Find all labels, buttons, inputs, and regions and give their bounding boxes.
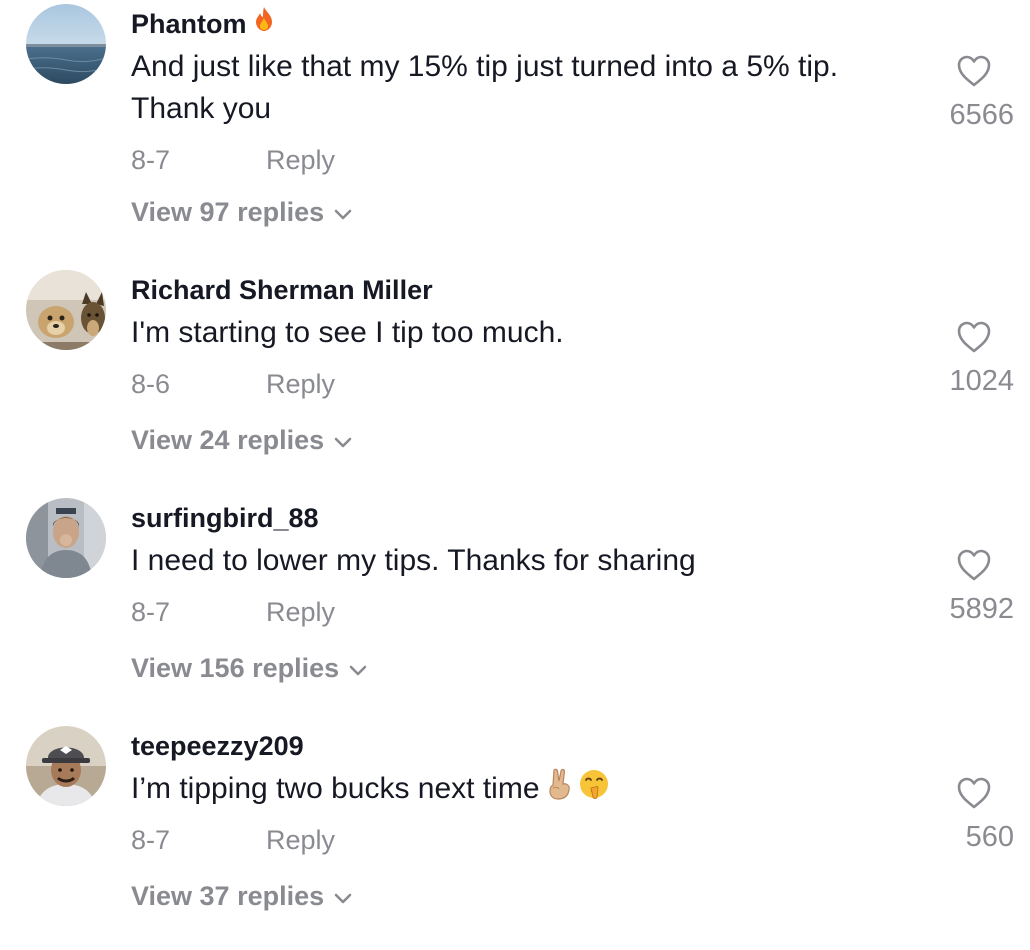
avatar[interactable] (26, 4, 106, 84)
chevron-down-icon (349, 650, 367, 686)
comment-date: 8-7 (131, 597, 171, 627)
comment-item: surfingbird_88 I need to lower my tips. … (0, 494, 1030, 722)
avatar[interactable] (26, 270, 106, 350)
like-count: 5892 (949, 593, 1014, 625)
comment-item: Richard Sherman Miller I'm starting to s… (0, 266, 1030, 494)
heart-icon[interactable] (904, 320, 992, 359)
username-text: teepeezzy209 (131, 731, 304, 761)
view-replies-button[interactable]: View 24 replies (131, 422, 352, 458)
comment-username[interactable]: Richard Sherman Miller (131, 272, 433, 308)
reply-button[interactable]: Reply (266, 594, 335, 630)
heart-icon[interactable] (904, 548, 992, 587)
heart-icon[interactable] (904, 776, 992, 815)
like-area: 5892 (904, 548, 1014, 627)
like-area: 1024 (904, 320, 1014, 399)
view-replies-button[interactable]: View 156 replies (131, 650, 367, 686)
comment-username[interactable]: surfingbird_88 (131, 500, 319, 536)
like-area: 6566 (904, 54, 1014, 133)
comment-date: 8-6 (131, 369, 171, 399)
view-replies-button[interactable]: View 97 replies (131, 194, 352, 230)
comment-text: I’m tipping two bucks next time (131, 768, 891, 812)
comment-username[interactable]: Phantom (131, 6, 275, 42)
fire-icon (253, 5, 275, 41)
avatar[interactable] (26, 498, 106, 578)
comment-item: teepeezzy209 I’m tipping two bucks next … (0, 722, 1030, 950)
heart-icon[interactable] (904, 54, 992, 93)
victory-hand-icon (546, 768, 574, 812)
view-replies-label: View 156 replies (131, 653, 340, 683)
view-replies-label: View 97 replies (131, 197, 325, 227)
like-count: 1024 (949, 365, 1014, 397)
reply-button[interactable]: Reply (266, 142, 335, 178)
chevron-down-icon (334, 422, 352, 458)
username-text: Phantom (131, 9, 247, 39)
comment-text: And just like that my 15% tip just turne… (131, 50, 839, 125)
username-text: surfingbird_88 (131, 503, 319, 533)
view-replies-button[interactable]: View 37 replies (131, 878, 352, 914)
like-area: 560 (904, 776, 1014, 855)
comment-text-content: I’m tipping two bucks next time (131, 772, 540, 805)
comment-text: I'm starting to see I tip too much. (131, 316, 564, 349)
avatar[interactable] (26, 726, 106, 806)
comment-date: 8-7 (131, 825, 171, 855)
comment-item: Phantom And just like that my 15% tip ju… (0, 0, 1030, 228)
like-count: 6566 (949, 99, 1014, 131)
username-text: Richard Sherman Miller (131, 275, 433, 305)
reply-button[interactable]: Reply (266, 822, 335, 858)
reply-button[interactable]: Reply (266, 366, 335, 402)
view-replies-label: View 24 replies (131, 425, 325, 455)
like-count: 560 (965, 821, 1014, 853)
comment-username[interactable]: teepeezzy209 (131, 728, 304, 764)
comment-date: 8-7 (131, 145, 171, 175)
chevron-down-icon (334, 194, 352, 230)
chevron-down-icon (334, 878, 352, 914)
comment-text: I need to lower my tips. Thanks for shar… (131, 544, 696, 577)
shushing-face-icon (578, 768, 610, 812)
view-replies-label: View 37 replies (131, 881, 325, 911)
